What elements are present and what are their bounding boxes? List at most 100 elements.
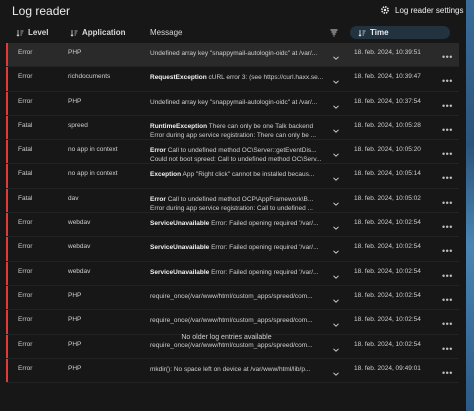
log-message: ServiceUnavailable Error: Failed opening… xyxy=(150,243,326,252)
log-message: ServiceUnavailable Error: Failed opening… xyxy=(150,268,326,277)
more-options-icon[interactable]: ••• xyxy=(442,344,453,354)
table-row[interactable]: Error webdav ServiceUnavailable Error: Fai… xyxy=(6,213,459,238)
more-options-icon[interactable]: ••• xyxy=(442,295,453,305)
log-application: PHP xyxy=(68,364,82,372)
log-level: Fatal xyxy=(18,121,33,129)
column-message-label: Message xyxy=(150,28,183,37)
more-options-icon[interactable]: ••• xyxy=(442,271,453,281)
chevron-down-icon[interactable] xyxy=(332,200,340,208)
column-time[interactable]: Time xyxy=(350,26,450,39)
log-time: 18. feb. 2024, 10:02:54 xyxy=(354,243,421,251)
log-application: PHP xyxy=(68,340,82,348)
table-row[interactable]: Fatal no app in context Exception App "Rig… xyxy=(6,164,459,189)
level-indicator xyxy=(6,115,8,140)
header: Log reader Log reader settings xyxy=(0,0,466,22)
log-level: Fatal xyxy=(18,194,33,202)
message-line-1: mkdir(): No space left on device at /var… xyxy=(150,365,311,373)
log-level: Error xyxy=(18,364,33,372)
message-line-1: Call to undefined method OCP\AppFramewor… xyxy=(165,195,314,203)
chevron-down-icon[interactable] xyxy=(332,151,340,159)
log-time: 18. feb. 2024, 10:02:54 xyxy=(354,219,421,227)
table-row[interactable]: Error PHP require_once(/var/www/html/custo… xyxy=(6,310,459,335)
log-level: Error xyxy=(18,267,33,275)
log-application: richdocuments xyxy=(68,73,111,81)
log-time: 18. feb. 2024, 10:02:54 xyxy=(354,267,421,275)
sort-icon xyxy=(70,29,78,37)
level-indicator xyxy=(6,285,8,310)
table-row[interactable]: Error PHP Undefined array key "snappymail-… xyxy=(6,43,459,68)
chevron-down-icon[interactable] xyxy=(332,127,340,135)
page-title: Log reader xyxy=(12,4,71,18)
log-message: require_once(/var/www/html/custom_apps/s… xyxy=(150,341,326,350)
table-row[interactable]: Fatal spreed RuntimeException There can on… xyxy=(6,115,459,141)
chevron-down-icon[interactable] xyxy=(332,273,340,281)
log-reader-panel: Log reader Log reader settings Level App… xyxy=(0,0,466,411)
column-application[interactable]: Application xyxy=(70,26,126,39)
table-row[interactable]: Error PHP require_once(/var/www/html/custo… xyxy=(6,285,459,311)
log-message: Error Call to undefined method OC\Server… xyxy=(150,146,326,164)
chevron-down-icon[interactable] xyxy=(332,248,340,256)
chevron-down-icon[interactable] xyxy=(332,370,340,378)
table-row[interactable]: Error richdocuments RequestException cURL … xyxy=(6,67,459,92)
table-row[interactable]: Error webdav ServiceUnavailable Error: Fai… xyxy=(6,237,459,262)
message-line-1: require_once(/var/www/html/custom_apps/s… xyxy=(150,292,313,300)
message-line-1: There can only be one Talk backend xyxy=(207,122,314,130)
more-options-icon[interactable]: ••• xyxy=(442,222,453,232)
sort-icon xyxy=(358,29,366,37)
message-line-1: Undefined array key "snappymail-autologi… xyxy=(150,50,318,57)
more-options-icon[interactable]: ••• xyxy=(442,125,453,135)
message-line-2: Error during app service registration: C… xyxy=(150,204,313,212)
table-row[interactable]: Error PHP mkdir(): No space left on device… xyxy=(6,358,459,384)
chevron-down-icon[interactable] xyxy=(332,321,340,329)
log-time: 18. feb. 2024, 10:02:54 xyxy=(354,291,421,299)
more-options-icon[interactable]: ••• xyxy=(442,76,453,86)
more-options-icon[interactable]: ••• xyxy=(442,368,453,378)
log-application: PHP xyxy=(68,97,82,105)
more-options-icon[interactable]: ••• xyxy=(442,149,453,159)
log-message: require_once(/var/www/html/custom_apps/s… xyxy=(150,316,326,325)
chevron-down-icon[interactable] xyxy=(332,297,340,305)
level-indicator xyxy=(6,91,8,115)
log-application: webdav xyxy=(68,219,91,227)
column-level[interactable]: Level xyxy=(16,26,48,39)
log-time: 18. feb. 2024, 10:02:54 xyxy=(354,316,421,324)
table-row[interactable]: Fatal no app in context Error Call to unde… xyxy=(6,140,459,165)
log-level: Error xyxy=(18,243,33,251)
log-reader-settings-button[interactable]: Log reader settings xyxy=(380,5,464,15)
table-header: Level Application Message Time xyxy=(0,22,466,42)
more-options-icon[interactable]: ••• xyxy=(442,198,453,208)
log-message: mkdir(): No space left on device at /var… xyxy=(150,365,326,374)
column-message: Message xyxy=(150,26,182,39)
log-level: Error xyxy=(18,97,33,105)
chevron-down-icon[interactable] xyxy=(332,78,340,86)
message-line-1: require_once(/var/www/html/custom_apps/s… xyxy=(150,341,313,349)
level-indicator xyxy=(6,188,8,213)
level-indicator xyxy=(6,261,8,285)
log-time: 18. feb. 2024, 10:39:51 xyxy=(354,49,421,56)
table-row[interactable]: Error PHP Undefined array key "snappymail-… xyxy=(6,91,459,116)
filter-message-button[interactable] xyxy=(330,26,338,39)
chevron-down-icon[interactable] xyxy=(332,54,340,62)
chevron-down-icon[interactable] xyxy=(332,175,340,183)
log-application: webdav xyxy=(68,243,91,251)
more-options-icon[interactable]: ••• xyxy=(442,52,453,62)
more-options-icon[interactable]: ••• xyxy=(442,101,453,111)
table-row[interactable]: Error webdav ServiceUnavailable Error: Fai… xyxy=(6,261,459,286)
chevron-down-icon[interactable] xyxy=(332,103,340,111)
table-row[interactable]: Fatal dav Error Call to undefined method O… xyxy=(6,188,459,214)
log-time: 18. feb. 2024, 10:02:54 xyxy=(354,340,421,348)
log-application: PHP xyxy=(68,291,82,299)
more-options-icon[interactable]: ••• xyxy=(442,319,453,329)
more-options-icon[interactable]: ••• xyxy=(442,246,453,256)
more-options-icon[interactable]: ••• xyxy=(442,173,453,183)
chevron-down-icon[interactable] xyxy=(332,346,340,354)
log-level: Error xyxy=(18,291,33,299)
level-indicator xyxy=(6,67,8,91)
chevron-down-icon[interactable] xyxy=(332,224,340,232)
exception-name: Error xyxy=(150,195,166,203)
log-time: 18. feb. 2024, 10:05:28 xyxy=(354,121,421,129)
level-indicator xyxy=(6,140,8,164)
log-time: 18. feb. 2024, 10:05:02 xyxy=(354,194,421,202)
log-time: 18. feb. 2024, 09:49:01 xyxy=(354,364,421,372)
message-line-1: require_once(/var/www/html/custom_apps/s… xyxy=(150,317,313,325)
